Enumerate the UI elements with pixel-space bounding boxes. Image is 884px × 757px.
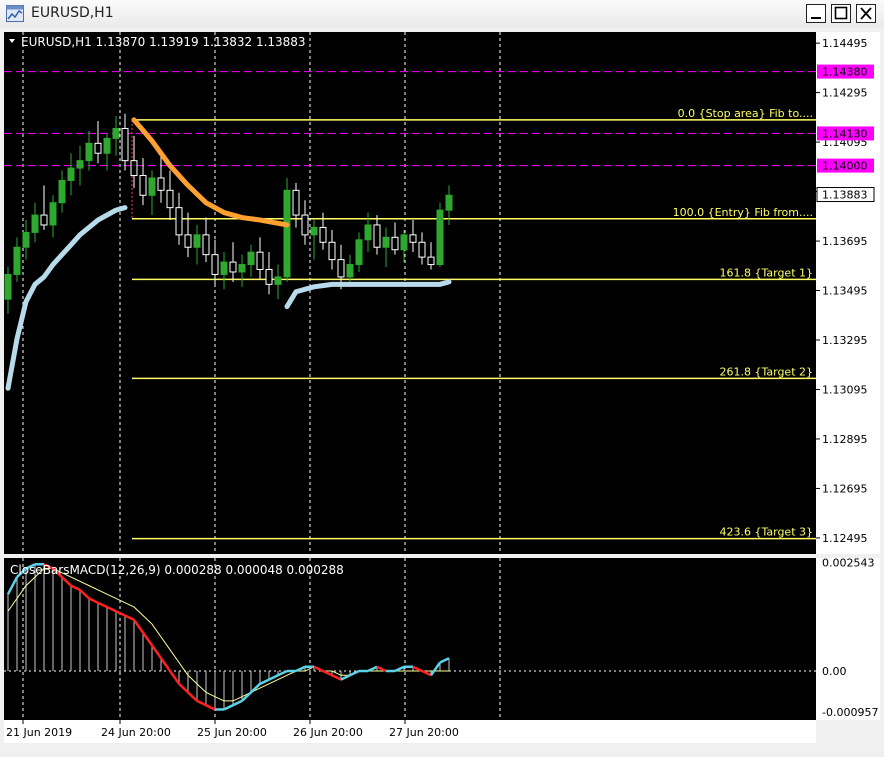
price-level-label: 1.14130 bbox=[822, 127, 868, 140]
candle-body bbox=[382, 236, 390, 248]
candle-body bbox=[40, 214, 48, 226]
candle-body bbox=[121, 127, 129, 162]
fib-label: 423.6 {Target 3} bbox=[719, 526, 813, 539]
candle-body bbox=[283, 189, 291, 278]
minimize-icon bbox=[811, 17, 821, 19]
price-tick-label: 1.12495 bbox=[822, 532, 868, 545]
candle-body bbox=[184, 234, 192, 248]
candle-body bbox=[337, 259, 345, 278]
candle-body bbox=[13, 246, 21, 275]
macd-tick-label: -0.000957 bbox=[822, 706, 878, 719]
candle-body bbox=[49, 202, 57, 226]
close-button[interactable] bbox=[856, 4, 876, 23]
price-tick-label: 1.13295 bbox=[822, 334, 868, 347]
macd-tick-label: 0.00 bbox=[822, 665, 847, 678]
candle-body bbox=[211, 254, 219, 275]
candle-body bbox=[247, 251, 255, 266]
candle-body bbox=[256, 251, 264, 270]
close-icon bbox=[860, 7, 872, 20]
price-header: EURUSD,H1 1.13870 1.13919 1.13832 1.1388… bbox=[21, 35, 306, 49]
candle-body bbox=[436, 209, 444, 266]
candle-body bbox=[220, 261, 228, 275]
candle-body bbox=[355, 239, 363, 266]
time-label: 25 Jun 20:00 bbox=[197, 726, 267, 739]
fib-label: 161.8 {Target 1} bbox=[719, 266, 813, 279]
candle-body bbox=[76, 160, 84, 169]
candle-body bbox=[373, 224, 381, 248]
fib-label: 0.0 {Stop area} Fib to.... bbox=[678, 107, 813, 120]
candle-body bbox=[112, 127, 120, 139]
candle-body bbox=[301, 214, 309, 236]
window-title: EURUSD,H1 bbox=[31, 5, 114, 21]
candle-body bbox=[202, 234, 210, 256]
candle-body bbox=[193, 234, 201, 248]
candle-body bbox=[157, 177, 165, 191]
candle-body bbox=[22, 231, 30, 248]
maximize-button[interactable] bbox=[831, 4, 851, 23]
chart-window-icon bbox=[6, 5, 24, 22]
price-tick-label: 1.14295 bbox=[822, 87, 868, 100]
chart-canvas[interactable]: 0.0 {Stop area} Fib to.... 100.0 {Entry} … bbox=[0, 28, 884, 753]
macd-panel[interactable] bbox=[4, 558, 816, 720]
macd-header: CloseBarsMACD(12,26,9) 0.000288 0.000048… bbox=[10, 563, 344, 577]
candle-body bbox=[364, 224, 372, 241]
candle-body bbox=[418, 241, 426, 258]
candle-body bbox=[103, 137, 111, 154]
time-label: 26 Jun 20:00 bbox=[293, 726, 363, 739]
candle-body bbox=[319, 226, 327, 243]
price-tick-label: 1.13495 bbox=[822, 285, 868, 298]
fib-label: 100.0 {Entry} Fib from.... bbox=[673, 206, 813, 219]
candle-body bbox=[346, 264, 354, 278]
maximize-icon bbox=[834, 6, 848, 20]
price-tick-label: 1.13695 bbox=[822, 235, 868, 248]
candle-body bbox=[139, 174, 147, 196]
minimize-button[interactable] bbox=[806, 4, 826, 23]
current-price-label: 1.13883 bbox=[822, 189, 868, 202]
candle-body bbox=[400, 234, 408, 251]
candle-body bbox=[310, 226, 318, 236]
candle-body bbox=[175, 207, 183, 236]
time-label: 21 Jun 2019 bbox=[6, 726, 72, 739]
fib-label: 261.8 {Target 2} bbox=[719, 365, 813, 378]
candle-body bbox=[85, 142, 93, 162]
time-label: 27 Jun 20:00 bbox=[389, 726, 459, 739]
candle-body bbox=[265, 268, 273, 285]
candle-body bbox=[328, 241, 336, 261]
candle-body bbox=[130, 160, 138, 176]
price-level-label: 1.14380 bbox=[822, 66, 868, 79]
candle-body bbox=[238, 264, 246, 273]
candle-body bbox=[229, 261, 237, 273]
price-tick-label: 1.12895 bbox=[822, 433, 868, 446]
window-titlebar[interactable]: EURUSD,H1 bbox=[0, 0, 884, 29]
candle-body bbox=[148, 177, 156, 196]
candle-body bbox=[274, 276, 282, 285]
candle-body bbox=[391, 236, 399, 251]
candle-body bbox=[4, 273, 12, 300]
candle-body bbox=[94, 142, 102, 154]
price-tick-label: 1.12695 bbox=[822, 482, 868, 495]
macd-axis[interactable] bbox=[816, 558, 880, 720]
candle-body bbox=[427, 256, 435, 266]
price-level-label: 1.14000 bbox=[822, 160, 868, 173]
macd-tick-label: 0.002543 bbox=[822, 556, 875, 569]
time-label: 24 Jun 20:00 bbox=[101, 726, 171, 739]
candle-body bbox=[58, 179, 66, 204]
candle-body bbox=[67, 167, 75, 181]
candle-body bbox=[166, 189, 174, 209]
price-tick-label: 1.13095 bbox=[822, 383, 868, 396]
candle-body bbox=[292, 189, 300, 216]
chart-area[interactable]: 0.0 {Stop area} Fib to.... 100.0 {Entry} … bbox=[0, 28, 884, 753]
candle-body bbox=[31, 214, 39, 233]
candle-body bbox=[409, 234, 417, 243]
price-tick-label: 1.14495 bbox=[822, 37, 868, 50]
candle-body bbox=[445, 194, 453, 211]
